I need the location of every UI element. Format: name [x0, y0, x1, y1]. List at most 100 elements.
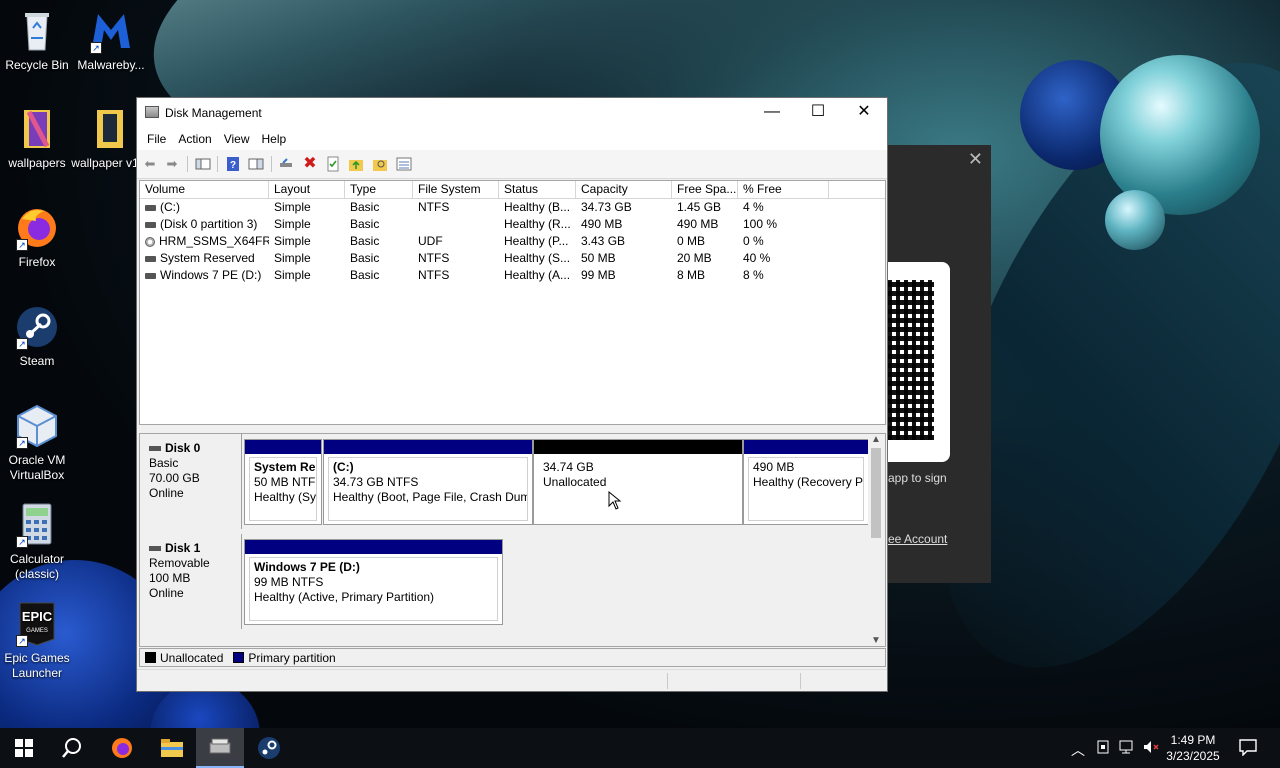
legend: Unallocated Primary partition: [139, 648, 886, 667]
search-button[interactable]: [48, 728, 96, 768]
partition-c[interactable]: (C:) 34.73 GB NTFS Healthy (Boot, Page F…: [323, 439, 533, 525]
window-title: Disk Management: [165, 106, 262, 120]
disk-management-window: Disk Management — ☐ ✕ File Action View H…: [136, 97, 888, 692]
folder-icon: [14, 106, 60, 152]
properties-pane-icon[interactable]: [248, 156, 264, 172]
mouse-cursor-icon: [608, 491, 622, 510]
status-bar-divider: [667, 673, 668, 689]
column-header-percent-free[interactable]: % Free: [738, 181, 829, 198]
column-header-layout[interactable]: Layout: [269, 181, 345, 198]
column-header-type[interactable]: Type: [345, 181, 413, 198]
desktop-icon-calculator[interactable]: ↗ Calculator (classic): [0, 502, 77, 582]
folder-search-icon[interactable]: [372, 156, 388, 172]
show-hide-console-tree-icon[interactable]: [195, 156, 211, 172]
desktop-icon-malwarebytes[interactable]: ↗ Malwareby...: [71, 8, 151, 73]
menu-file[interactable]: File: [141, 132, 172, 146]
partition-system-reserved[interactable]: System Res 50 MB NTFS Healthy (Sys: [244, 439, 322, 525]
scroll-down-icon[interactable]: ▼: [871, 635, 881, 646]
desktop-icon-epic-games[interactable]: EPIC GAMES ↗ Epic Games Launcher: [0, 601, 77, 681]
table-row[interactable]: HRM_SSMS_X64FR... Simple Basic UDF Healt…: [140, 233, 885, 250]
disk-1-row: Disk 1 Removable 100 MB Online Windows 7…: [140, 534, 870, 629]
graph-scrollbar[interactable]: ▲ ▼: [868, 434, 885, 646]
taskbar-disk-management[interactable]: [196, 728, 244, 768]
desktop-icon-wallpapers[interactable]: wallpapers: [0, 106, 77, 171]
start-button[interactable]: [0, 728, 48, 768]
menu-action[interactable]: Action: [172, 132, 217, 146]
column-header-free-space[interactable]: Free Spa...: [672, 181, 738, 198]
signin-text: app to sign: [888, 471, 947, 485]
taskbar: ︿ 1:49 PM 3/23/2025: [0, 728, 1280, 768]
taskbar-file-explorer[interactable]: [148, 728, 196, 768]
disk-1-info[interactable]: Disk 1 Removable 100 MB Online: [140, 534, 242, 629]
system-clock[interactable]: 1:49 PM 3/23/2025: [1160, 732, 1226, 764]
connect-drive-icon[interactable]: [278, 156, 294, 172]
table-row[interactable]: (C:) Simple Basic NTFS Healthy (B... 34.…: [140, 199, 885, 216]
account-link[interactable]: ee Account: [888, 532, 947, 546]
toolbar-separator: [187, 156, 188, 172]
table-row[interactable]: Windows 7 PE (D:) Simple Basic NTFS Heal…: [140, 267, 885, 284]
maximize-button[interactable]: ☐: [795, 98, 841, 128]
folder-up-icon[interactable]: [348, 156, 364, 172]
volume-muted-icon[interactable]: [1142, 739, 1160, 758]
checklist-icon[interactable]: [325, 156, 341, 172]
column-header-capacity[interactable]: Capacity: [576, 181, 672, 198]
legend-swatch-primary: [233, 652, 245, 663]
notification-icon[interactable]: [1238, 738, 1258, 759]
steam-icon: [258, 737, 280, 759]
partition-bar: [245, 440, 321, 454]
disk-icon: [149, 546, 161, 552]
folder-icon: [161, 739, 183, 757]
close-icon[interactable]: ✕: [968, 149, 983, 170]
partition-windows-7-pe[interactable]: Windows 7 PE (D:) 99 MB NTFS Healthy (Ac…: [244, 539, 503, 625]
volume-icon: [145, 221, 156, 228]
search-icon: [62, 738, 81, 758]
network-icon[interactable]: [1118, 739, 1136, 758]
list-view-icon[interactable]: [396, 156, 412, 172]
disk-0-info[interactable]: Disk 0 Basic 70.00 GB Online: [140, 434, 242, 529]
legend-label-unallocated: Unallocated: [160, 650, 224, 665]
firefox-icon: [112, 738, 132, 758]
desktop-icon-steam[interactable]: ↗ Steam: [0, 304, 77, 369]
desktop-icon-firefox[interactable]: ↗ Firefox: [0, 205, 77, 270]
folder-icon: [87, 106, 133, 152]
menu-help[interactable]: Help: [256, 132, 293, 146]
disk-management-icon: [145, 106, 159, 118]
column-header-status[interactable]: Status: [499, 181, 576, 198]
title-bar[interactable]: Disk Management — ☐ ✕: [137, 98, 887, 128]
legend-label-primary: Primary partition: [248, 650, 336, 665]
status-bar-divider: [800, 673, 801, 689]
volume-icon: [145, 204, 156, 211]
close-button[interactable]: ✕: [841, 98, 887, 128]
column-header-volume[interactable]: Volume: [140, 181, 269, 198]
minimize-button[interactable]: —: [749, 98, 795, 128]
wallpaper-bubble: [1105, 190, 1165, 250]
forward-arrow-icon[interactable]: ➡: [164, 156, 180, 172]
chevron-up-icon[interactable]: ︿: [1071, 740, 1085, 760]
device-icon[interactable]: [1096, 739, 1110, 758]
menu-view[interactable]: View: [218, 132, 256, 146]
column-header-file-system[interactable]: File System: [413, 181, 499, 198]
scrollbar-thumb[interactable]: [871, 448, 881, 538]
taskbar-firefox[interactable]: [98, 728, 146, 768]
qr-code: [888, 262, 950, 462]
partition-bar: [534, 440, 742, 454]
delete-icon[interactable]: ✖: [302, 156, 318, 172]
partition-unallocated[interactable]: 34.74 GB Unallocated: [533, 439, 743, 525]
disk-management-icon: [209, 738, 231, 754]
pane-splitter[interactable]: [137, 426, 887, 432]
toolbar-separator: [217, 156, 218, 172]
cd-drive-icon: [145, 236, 155, 247]
windows-logo-icon: [15, 739, 33, 757]
table-row[interactable]: System Reserved Simple Basic NTFS Health…: [140, 250, 885, 267]
partition-recovery[interactable]: 490 MB Healthy (Recovery Pa: [743, 439, 869, 525]
help-icon[interactable]: ?: [225, 156, 241, 172]
scroll-up-icon[interactable]: ▲: [871, 434, 881, 445]
table-row[interactable]: (Disk 0 partition 3) Simple Basic Health…: [140, 216, 885, 233]
desktop-icon-virtualbox[interactable]: ↗ Oracle VM VirtualBox: [0, 403, 77, 483]
background-signin-dialog: ✕ app to sign ee Account: [888, 145, 991, 583]
desktop-icon-recycle-bin[interactable]: Recycle Bin: [0, 8, 77, 73]
back-arrow-icon[interactable]: ⬅: [142, 156, 158, 172]
taskbar-steam[interactable]: [245, 728, 293, 768]
recycle-bin-icon: [14, 8, 60, 54]
volume-list: Volume Layout Type File System Status Ca…: [139, 180, 886, 425]
